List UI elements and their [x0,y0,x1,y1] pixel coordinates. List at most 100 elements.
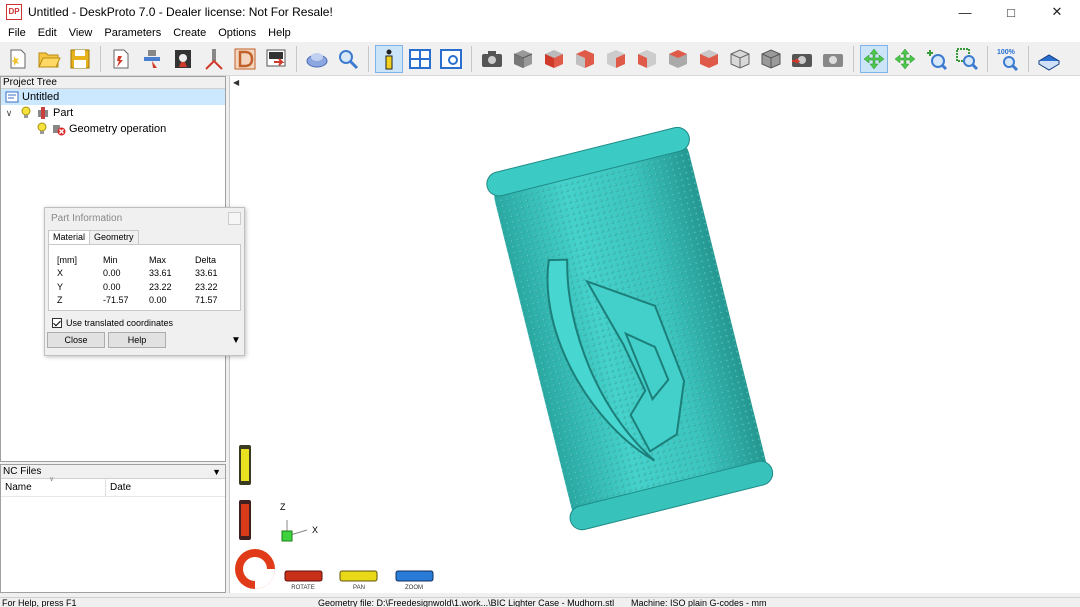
save-icon [70,49,90,68]
tab-geometry[interactable]: Geometry [89,230,139,244]
view-iso-button[interactable] [509,45,537,73]
layout-button[interactable] [406,45,434,73]
cube-right-icon [638,49,656,68]
minimize-icon[interactable]: — [942,0,988,24]
rotate-control[interactable]: ROTATE [284,570,323,591]
new-project-button[interactable] [4,45,32,73]
max-value: 23.22 [149,281,172,292]
save-project-button[interactable] [66,45,94,73]
viewport-canvas[interactable]: Z X ROTATE PAN ZOOM [230,76,1080,593]
render-options-button[interactable] [819,45,847,73]
zoom-tool-button[interactable] [922,45,950,73]
view-right-button[interactable] [633,45,661,73]
tree-item-operation[interactable]: Geometry operation [1,121,225,137]
part-parameters-button[interactable] [138,45,166,73]
view-back-button[interactable] [571,45,599,73]
lighter-case-model[interactable] [484,125,775,532]
help-book-button[interactable] [1035,45,1063,73]
menu-parameters[interactable]: Parameters [98,27,167,39]
zoom-window-button[interactable] [953,45,981,73]
view-bottom-button[interactable] [695,45,723,73]
project-parameters-button[interactable] [107,45,135,73]
column-header-date[interactable]: Date [105,478,225,497]
render-button[interactable] [788,45,816,73]
view-front-button[interactable] [540,45,568,73]
dialog-close-icon[interactable] [228,212,241,225]
pan-control[interactable]: PAN [339,570,378,591]
status-geometry-file: Geometry file: D:\Freedesignwold\1.work.… [318,598,615,607]
translated-coordinates-checkbox[interactable] [52,318,62,328]
column-date-label: Date [110,481,132,493]
pan-tool-button[interactable] [891,45,919,73]
part-params-icon [144,49,160,68]
rotate-knob[interactable] [235,549,275,589]
status-help: For Help, press F1 [2,598,77,607]
pan-label: PAN [353,585,365,591]
menu-view[interactable]: View [63,27,99,39]
menu-edit[interactable]: Edit [32,27,63,39]
send-nc-button[interactable] [262,45,290,73]
table-row: Y 0.00 23.22 23.22 [57,280,235,294]
view-top-button[interactable] [664,45,692,73]
zoom-window-icon [956,47,979,70]
toolbar-separator [100,45,101,72]
yellow-slider[interactable] [239,445,251,485]
close-button[interactable]: Close [47,332,105,348]
camera-red-icon [792,53,812,67]
info-button[interactable] [375,44,403,73]
view-shaded-button[interactable] [726,45,754,73]
rotate-arrows-icon [863,48,885,69]
view-left-button[interactable] [602,45,630,73]
column-name-label: Name [5,481,32,493]
status-machine: Machine: ISO plain G-codes - mm [631,598,767,607]
create-nc-button[interactable] [231,45,259,73]
operation-error-icon [52,122,66,136]
tab-material[interactable]: Material [48,230,91,244]
dialog-title: Part Information [51,213,123,224]
inspect-button[interactable] [334,45,362,73]
menu-create[interactable]: Create [167,27,212,39]
lightbulb-icon[interactable] [35,122,49,136]
model-view-icon [306,52,328,67]
menu-help[interactable]: Help [262,27,297,39]
nc-files-header[interactable]: NC Files ▼ [1,465,225,479]
screenshot-button[interactable] [478,45,506,73]
column-header-name[interactable]: Name ∨ [1,476,105,497]
expand-arrow-icon[interactable]: ▼ [231,335,241,346]
3d-viewport[interactable]: ◀ Z X ROTATE PAN ZOOM [229,76,1080,593]
toolpath-button[interactable] [200,45,228,73]
maximize-icon[interactable]: □ [988,0,1034,24]
close-icon[interactable]: ✕ [1034,0,1080,24]
view-solid-button[interactable] [757,45,785,73]
tree-item-part[interactable]: ∨ Part [1,105,225,121]
collapse-chevron-icon[interactable]: ∨ [3,108,15,119]
axis-name: Z [57,295,63,306]
translated-coordinates-option[interactable]: Use translated coordinates [52,317,244,329]
cube-top-icon [669,49,687,68]
rotate-tool-button[interactable] [860,44,888,73]
menu-file[interactable]: File [2,27,32,39]
tree-item-part-label: Part [53,107,74,119]
project-params-icon [113,49,129,68]
cube-left-icon [607,49,625,68]
delta-value: 71.57 [195,295,218,306]
dialog-title-bar[interactable]: Part Information [45,208,244,230]
view-model-button[interactable] [303,45,331,73]
table-row: X 0.00 33.61 33.61 [57,267,235,281]
help-button[interactable]: Help [108,332,166,348]
export-file-icon [266,49,286,66]
app-icon: DP [6,4,22,20]
zoom-label: ZOOM [405,585,423,591]
dropdown-arrow-icon[interactable]: ▼ [212,465,221,479]
zoom-control[interactable]: ZOOM [395,570,434,591]
zoom-100-button[interactable]: 100% [994,45,1022,73]
min-value: 0.00 [103,268,121,279]
open-project-button[interactable] [35,45,63,73]
zoom-100-icon: 100% [997,49,1019,71]
geometry-parameters-button[interactable] [169,45,197,73]
menu-options[interactable]: Options [212,27,262,39]
lightbulb-icon[interactable] [19,106,33,120]
tree-item-project[interactable]: Untitled [1,89,225,105]
red-slider[interactable] [239,500,251,540]
preview-button[interactable] [437,45,465,73]
